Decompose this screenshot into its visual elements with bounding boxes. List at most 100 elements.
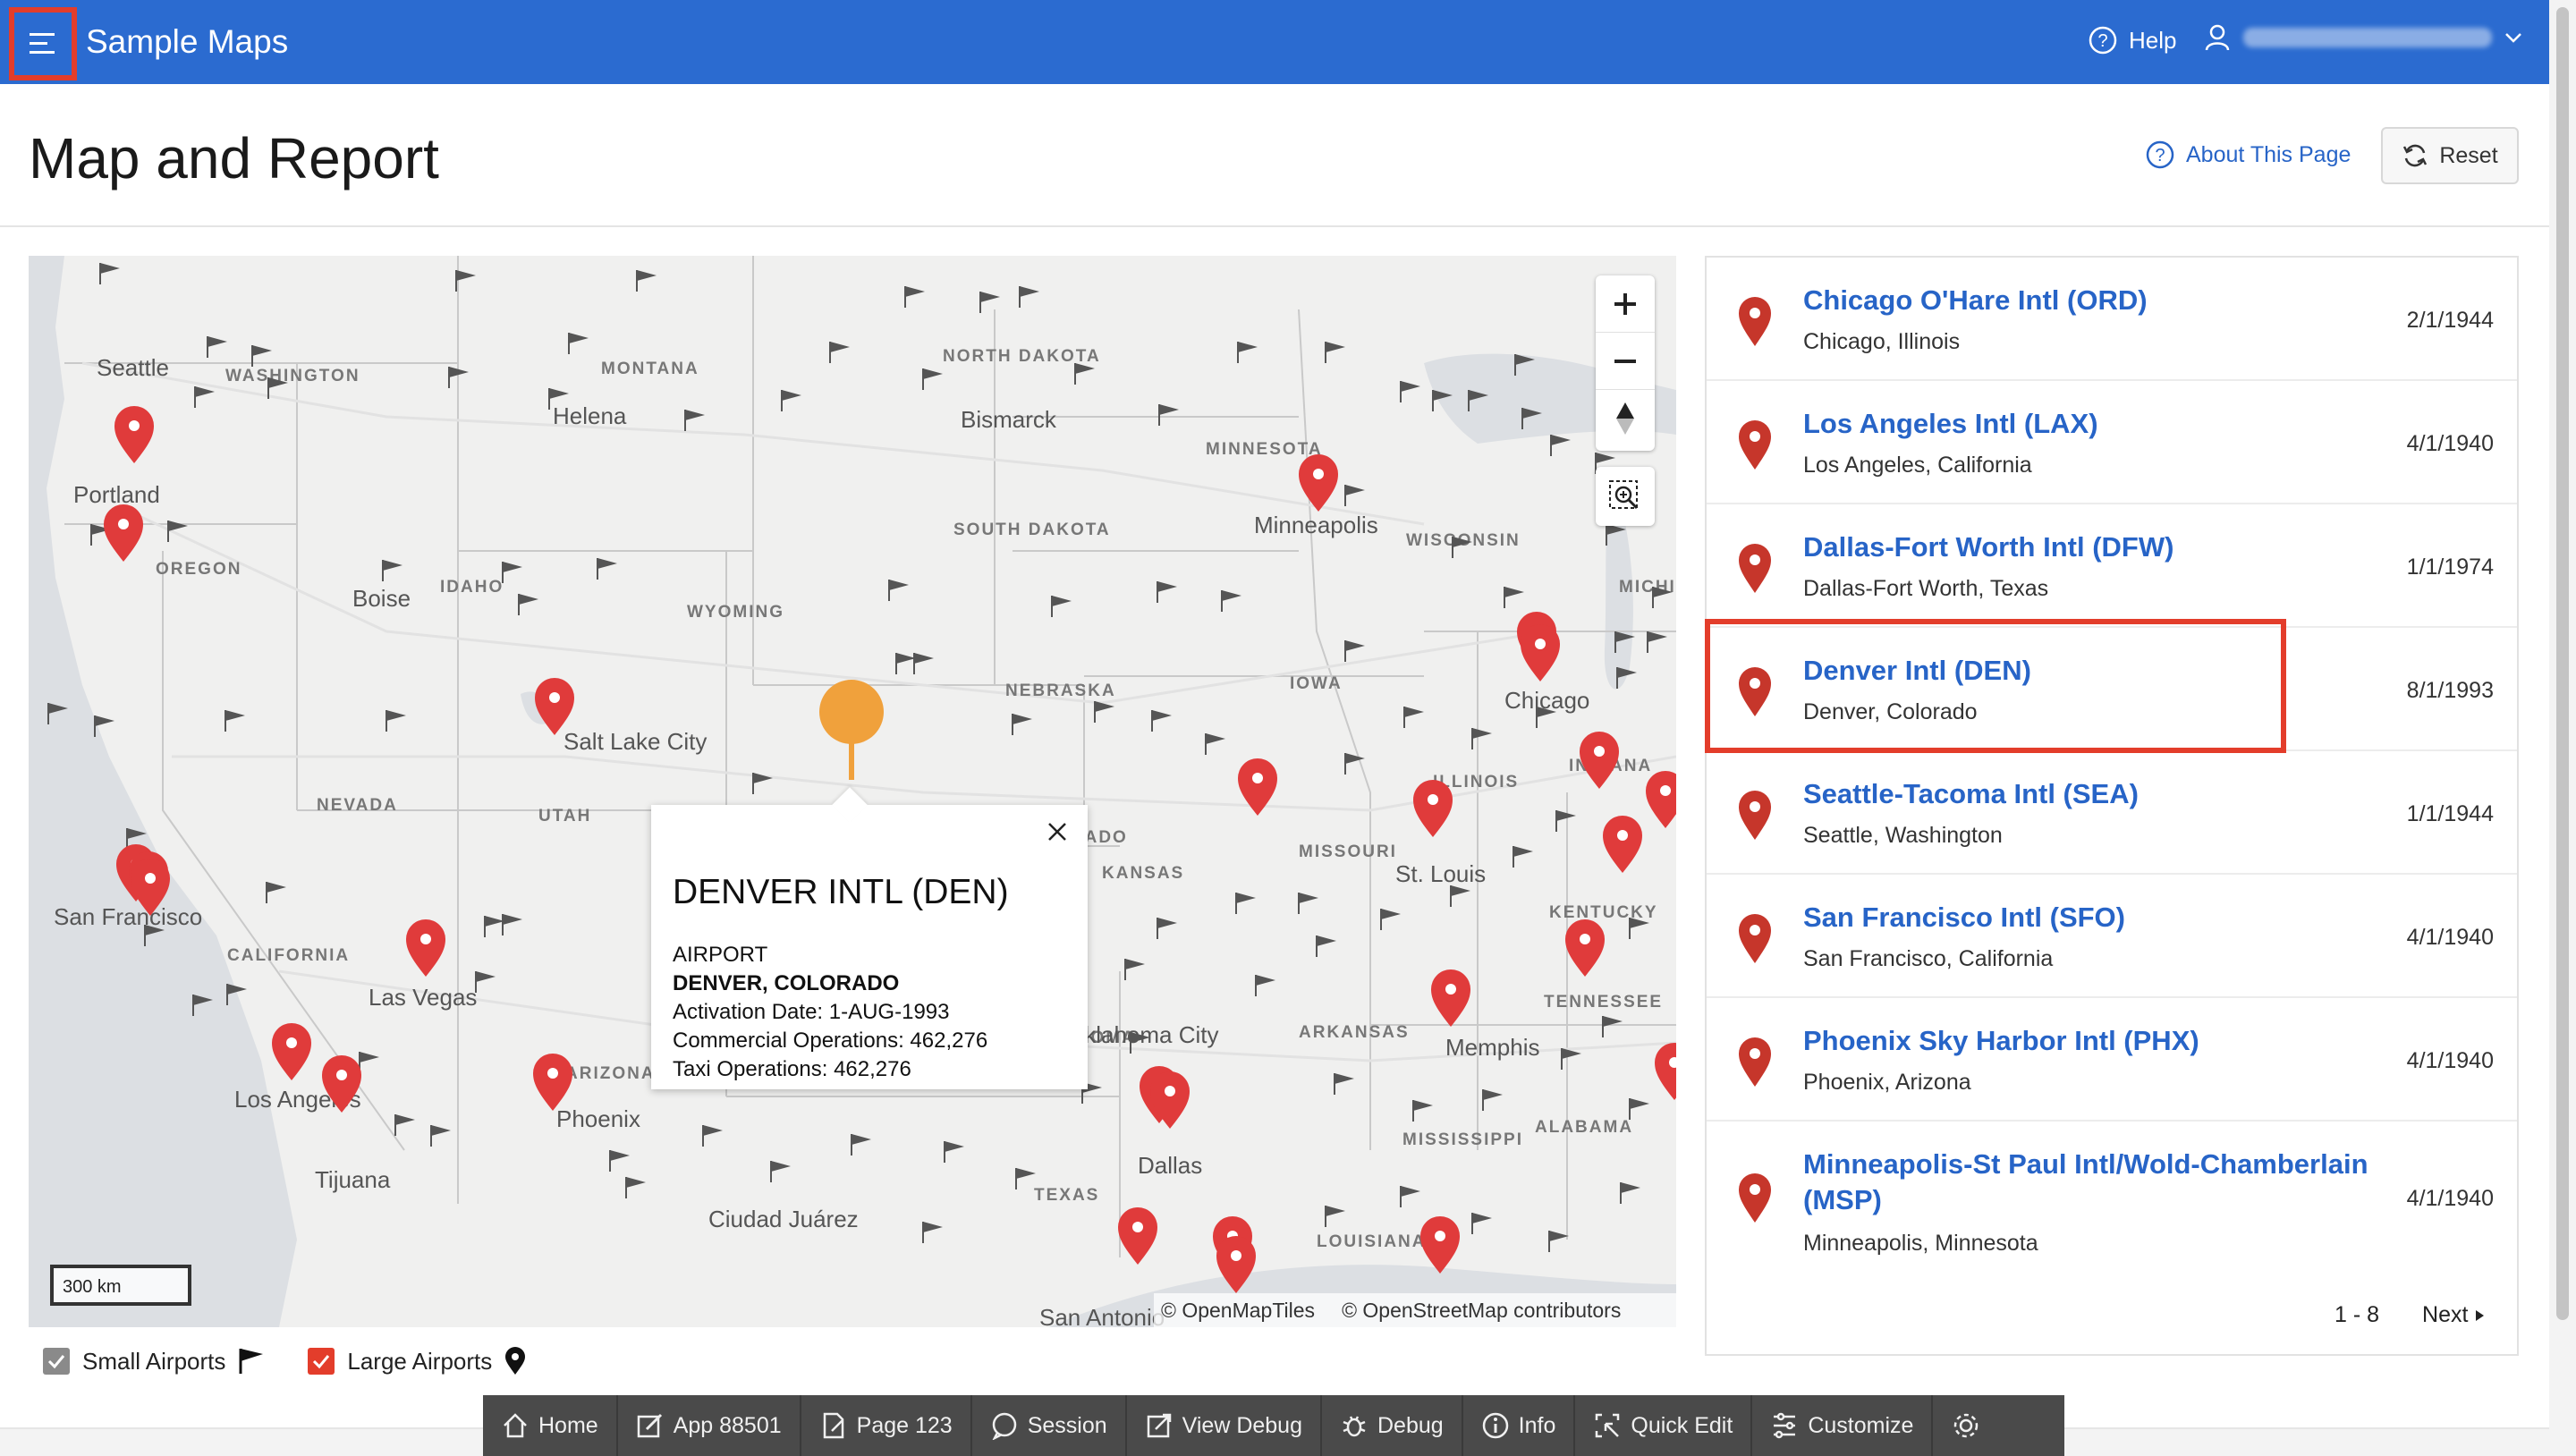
state-label: CALIFORNIA [227, 946, 350, 965]
report-row[interactable]: Chicago O'Hare Intl (ORD) Chicago, Illin… [1707, 258, 2517, 381]
hamburger-menu-icon[interactable] [9, 7, 77, 80]
customize-icon [1774, 1412, 1796, 1439]
state-label: TEXAS [1034, 1186, 1099, 1205]
report-row[interactable]: Phoenix Sky Harbor Intl (PHX) Phoenix, A… [1707, 998, 2517, 1122]
scrollbar-thumb[interactable] [2556, 7, 2569, 1320]
check-icon [313, 1355, 330, 1369]
dev-debug-button[interactable]: Debug [1322, 1395, 1463, 1456]
airport-name-link[interactable]: Denver Intl (DEN) [1803, 653, 2376, 689]
attribution-openstreetmap[interactable]: © OpenStreetMap contributors [1342, 1299, 1621, 1323]
user-menu[interactable] [2204, 23, 2522, 52]
user-name-redacted [2243, 28, 2492, 47]
airport-name-link[interactable]: Minneapolis-St Paul Intl/Wold-Chamberlai… [1803, 1147, 2376, 1218]
airport-name-link[interactable]: Seattle-Tacoma Intl (SEA) [1803, 776, 2376, 812]
state-label: IOWA [1290, 674, 1343, 693]
state-label: UTAH [538, 807, 591, 825]
help-label: Help [2129, 26, 2177, 54]
dev-app-label: App 88501 [673, 1412, 782, 1438]
dev-info-button[interactable]: Info [1463, 1395, 1576, 1456]
zoom-in-button[interactable] [1596, 275, 1655, 333]
dev-settings-button[interactable] [1933, 1395, 1999, 1456]
dev-quick-edit-button[interactable]: Quick Edit [1575, 1395, 1753, 1456]
airport-name-link[interactable]: San Francisco Intl (SFO) [1803, 900, 2376, 935]
airport-name-link[interactable]: Los Angeles Intl (LAX) [1803, 406, 2376, 442]
airport-date: 8/1/1993 [2406, 678, 2494, 703]
city-label: Portland [73, 481, 160, 508]
map-scale-bar: 300 km [50, 1265, 191, 1306]
map-canvas[interactable]: WASHINGTON MONTANA NORTH DAKOTA MINNESOT… [29, 256, 1676, 1327]
flag-icon [239, 1349, 264, 1374]
next-page-link[interactable]: Next [2422, 1302, 2485, 1328]
reset-button[interactable]: Reset [2381, 127, 2519, 184]
external-link-icon [1147, 1413, 1171, 1438]
dev-debug-label: Debug [1377, 1412, 1444, 1438]
reset-label: Reset [2439, 142, 2498, 168]
state-label: WASHINGTON [225, 367, 360, 385]
state-label: NEVADA [317, 796, 398, 815]
popup-close-button[interactable] [1041, 816, 1073, 848]
state-label: ALABAMA [1535, 1118, 1633, 1137]
report-row[interactable]: Dallas-Fort Worth Intl (DFW) Dallas-Fort… [1707, 504, 2517, 628]
zoom-to-box-button[interactable] [1596, 467, 1655, 526]
state-label: LOUISIANA [1317, 1232, 1427, 1251]
page-scrollbar[interactable] [2549, 0, 2576, 1456]
attribution-openmaptiles[interactable]: © OpenMapTiles [1161, 1299, 1315, 1323]
dev-page-button[interactable]: Page 123 [801, 1395, 972, 1456]
airport-location: Minneapolis, Minnesota [1803, 1231, 2038, 1256]
dev-home-button[interactable]: Home [483, 1395, 618, 1456]
city-label: Boise [352, 585, 411, 612]
about-this-page-link[interactable]: ? About This Page [2145, 140, 2351, 170]
zoom-out-button[interactable] [1596, 333, 1655, 390]
check-icon [47, 1355, 65, 1369]
state-label: TENNESSEE [1544, 993, 1663, 1012]
large-airports-checkbox[interactable] [308, 1348, 335, 1375]
dev-customize-button[interactable]: Customize [1752, 1395, 1934, 1456]
airport-date: 4/1/1940 [2406, 431, 2494, 456]
reset-bearing-button[interactable] [1596, 390, 1655, 447]
airport-location: Phoenix, Arizona [1803, 1070, 1971, 1095]
large-airports-label[interactable]: Large Airports [347, 1348, 492, 1376]
city-label: Seattle [97, 354, 169, 381]
dev-app-button[interactable]: App 88501 [618, 1395, 801, 1456]
city-label: Ciudad Juárez [708, 1206, 859, 1232]
popup-taxi-operations: Taxi Operations: 462,276 [673, 1057, 911, 1081]
city-label: Salt Lake City [564, 728, 707, 755]
airport-name-link[interactable]: Phoenix Sky Harbor Intl (PHX) [1803, 1023, 2376, 1059]
dev-session-button[interactable]: Session [972, 1395, 1127, 1456]
state-label: ARKANSAS [1299, 1023, 1410, 1042]
city-label: Las Vegas [369, 984, 477, 1011]
state-label: MONTANA [601, 360, 699, 378]
page-title: Map and Report [29, 126, 439, 190]
airport-location: Dallas-Fort Worth, Texas [1803, 576, 2049, 601]
report-row-selected[interactable]: Denver Intl (DEN) Denver, Colorado 8/1/1… [1707, 628, 2517, 751]
airport-location: Chicago, Illinois [1803, 329, 1961, 354]
small-airports-label[interactable]: Small Airports [82, 1348, 225, 1376]
title-divider [0, 225, 2549, 227]
developer-toolbar: Home App 88501 Page 123 Session View Deb… [483, 1395, 2064, 1456]
map-legend: Small Airports Large Airports [43, 1347, 526, 1376]
report-row[interactable]: San Francisco Intl (SFO) San Francisco, … [1707, 875, 2517, 998]
about-label: About This Page [2186, 141, 2351, 167]
triangle-right-icon [2476, 1310, 2485, 1321]
airport-name-link[interactable]: Dallas-Fort Worth Intl (DFW) [1803, 529, 2376, 565]
state-label: KANSAS [1102, 864, 1184, 883]
airport-location: Seattle, Washington [1803, 823, 2003, 848]
state-label: OREGON [156, 560, 242, 579]
city-label: San Francisco [54, 903, 202, 930]
dev-quick-edit-label: Quick Edit [1631, 1412, 1733, 1438]
city-label: Tijuana [315, 1166, 391, 1193]
dev-session-label: Session [1027, 1412, 1107, 1438]
city-label: Minneapolis [1254, 512, 1378, 538]
zoom-box-icon [1609, 480, 1639, 510]
report-row[interactable]: Seattle-Tacoma Intl (SEA) Seattle, Washi… [1707, 751, 2517, 875]
help-link[interactable]: ? Help [2088, 25, 2176, 55]
airport-report: Chicago O'Hare Intl (ORD) Chicago, Illin… [1705, 256, 2519, 1356]
report-row[interactable]: Minneapolis-St Paul Intl/Wold-Chamberlai… [1707, 1122, 2517, 1275]
report-row[interactable]: Los Angeles Intl (LAX) Los Angeles, Cali… [1707, 381, 2517, 504]
svg-text:?: ? [2155, 146, 2165, 165]
app-title[interactable]: Sample Maps [86, 23, 288, 61]
small-airports-checkbox[interactable] [43, 1348, 70, 1375]
state-label: KENTUCKY [1549, 903, 1658, 922]
dev-view-debug-button[interactable]: View Debug [1127, 1395, 1322, 1456]
airport-name-link[interactable]: Chicago O'Hare Intl (ORD) [1803, 283, 2376, 318]
